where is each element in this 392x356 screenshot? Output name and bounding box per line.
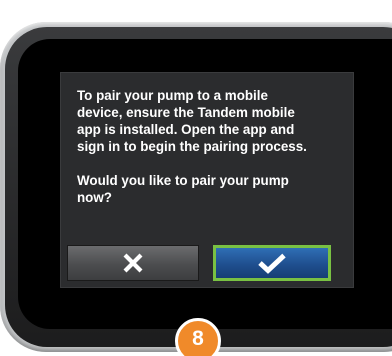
- checkmark-icon: [258, 253, 286, 274]
- step-number: 8: [192, 327, 204, 350]
- pairing-dialog: To pair your pump to a mobile device, en…: [60, 72, 354, 288]
- step-number-badge: 8: [175, 318, 221, 356]
- cancel-button[interactable]: [67, 245, 199, 281]
- confirm-button[interactable]: [213, 245, 331, 281]
- close-x-icon: [123, 253, 143, 273]
- pairing-message: To pair your pump to a mobile device, en…: [77, 88, 307, 205]
- illustration-stage: To pair your pump to a mobile device, en…: [0, 0, 392, 356]
